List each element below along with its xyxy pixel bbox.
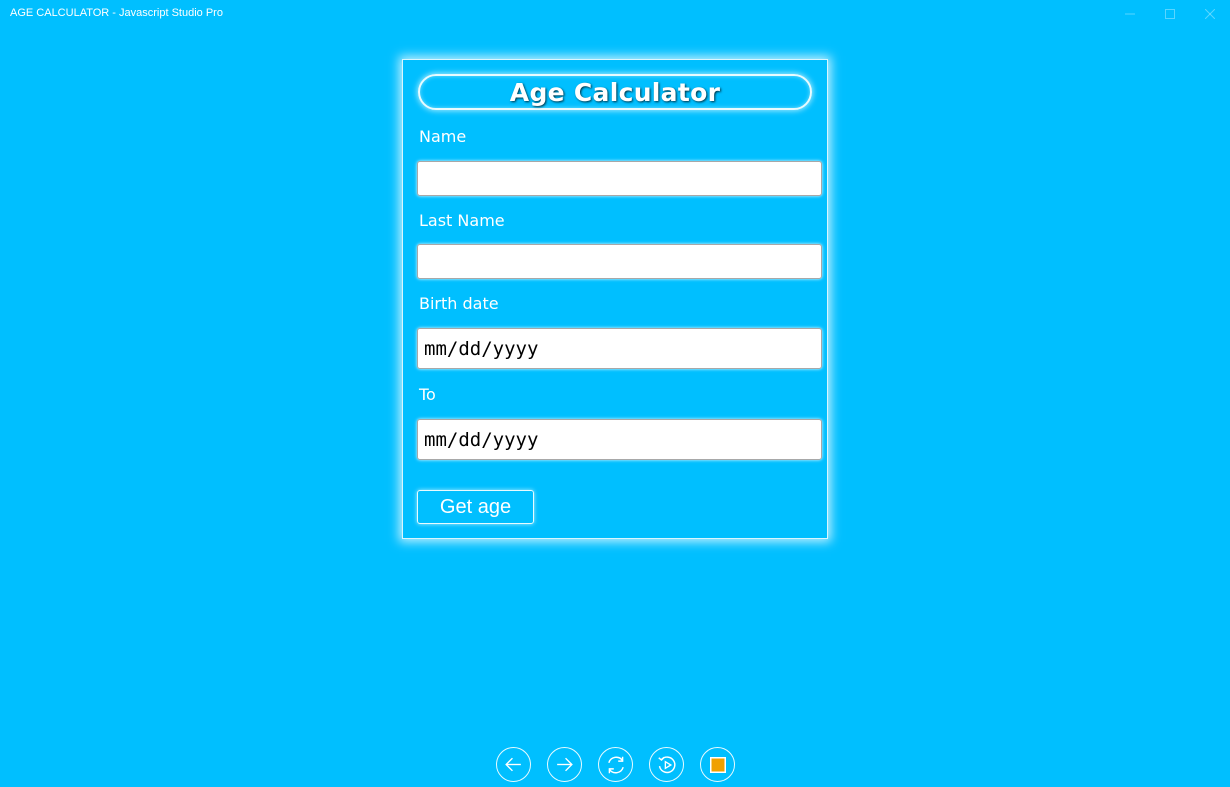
forward-button[interactable] (547, 747, 582, 782)
window-controls (1110, 0, 1230, 28)
arrow-left-icon (505, 757, 521, 772)
birth-date-input[interactable]: mm/dd/yyyy (417, 328, 822, 369)
replay-button[interactable] (649, 747, 684, 782)
replay-icon (657, 755, 676, 773)
refresh-icon (607, 756, 624, 773)
last-name-input[interactable] (417, 244, 822, 279)
bottom-nav (496, 747, 735, 782)
birth-date-label: Birth date (419, 294, 499, 313)
maximize-icon (1165, 9, 1175, 19)
minimize-button[interactable] (1110, 0, 1150, 28)
get-age-button[interactable]: Get age (417, 490, 534, 524)
minimize-icon (1125, 13, 1135, 15)
maximize-button[interactable] (1150, 0, 1190, 28)
stop-icon (709, 756, 726, 773)
arrow-right-icon (557, 757, 573, 772)
name-label: Name (419, 127, 467, 146)
last-name-label: Last Name (419, 211, 505, 230)
stop-button[interactable] (700, 747, 735, 782)
close-icon (1205, 9, 1215, 19)
refresh-button[interactable] (598, 747, 633, 782)
form-title: Age Calculator (418, 74, 812, 110)
window-title: AGE CALCULATOR - Javascript Studio Pro (10, 7, 223, 19)
age-calculator-card: Age Calculator Name Last Name Birth date… (402, 59, 828, 539)
close-button[interactable] (1190, 0, 1230, 28)
to-date-label: To (419, 385, 436, 404)
title-bar: AGE CALCULATOR - Javascript Studio Pro (0, 0, 1230, 28)
to-date-input[interactable]: mm/dd/yyyy (417, 419, 822, 460)
back-button[interactable] (496, 747, 531, 782)
name-input[interactable] (417, 161, 822, 196)
